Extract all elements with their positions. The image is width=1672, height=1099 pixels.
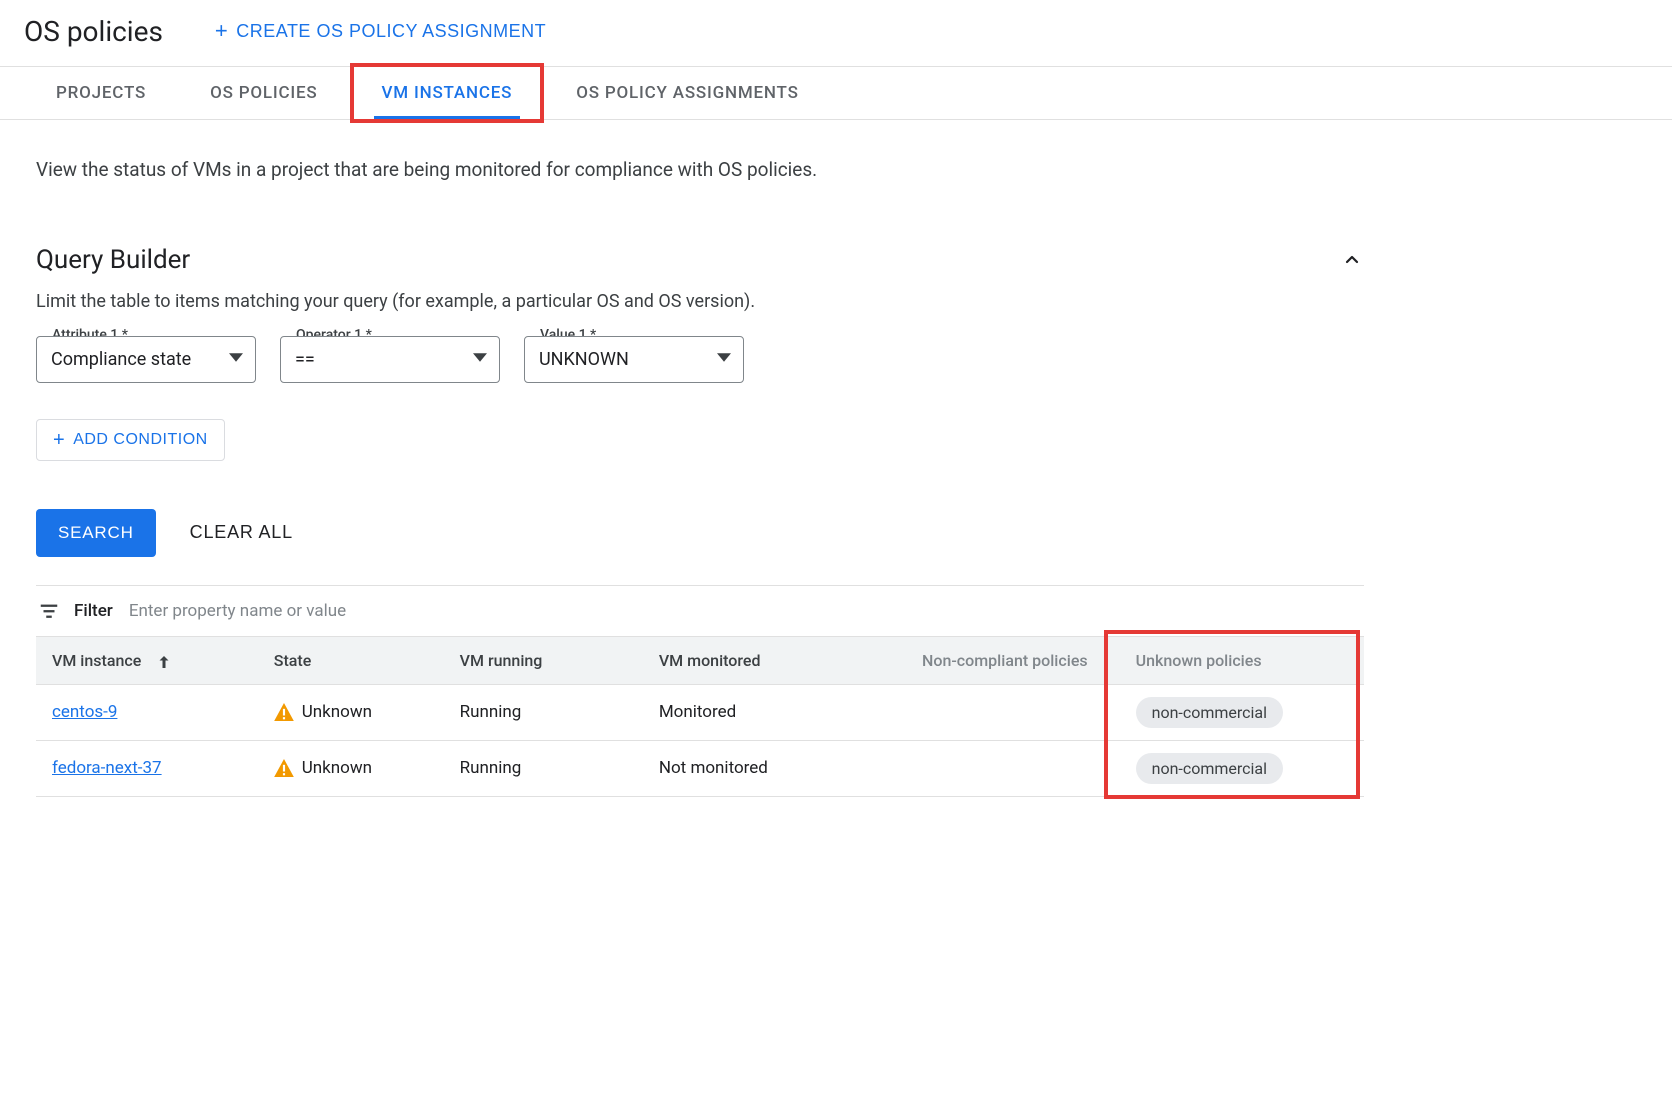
query-actions: SEARCH CLEAR ALL <box>36 509 1364 557</box>
table-header-row: VM instance State VM running VM monitore… <box>36 636 1364 684</box>
tab-projects[interactable]: PROJECTS <box>24 67 178 119</box>
create-os-policy-assignment-button[interactable]: + CREATE OS POLICY ASSIGNMENT <box>203 12 558 50</box>
filter-label: Filter <box>74 601 113 621</box>
query-builder-subtitle: Limit the table to items matching your q… <box>36 291 1364 312</box>
conditions-row: Attribute 1 * Compliance state Operator … <box>36 336 1364 383</box>
warning-icon <box>274 759 294 777</box>
clear-all-button[interactable]: CLEAR ALL <box>184 521 299 544</box>
running-text: Running <box>448 740 647 796</box>
value-field: Value 1 * UNKNOWN <box>524 336 744 383</box>
col-unknown-policies[interactable]: Unknown policies <box>1112 636 1364 684</box>
unknown-policy-chip[interactable]: non-commercial <box>1136 753 1283 784</box>
col-non-compliant-policies[interactable]: Non-compliant policies <box>873 636 1112 684</box>
plus-icon: + <box>53 430 65 450</box>
operator-select[interactable]: == <box>280 336 500 383</box>
attribute-value: Compliance state <box>51 349 191 370</box>
col-vm-instance[interactable]: VM instance <box>36 636 262 684</box>
query-builder-title: Query Builder <box>36 245 190 275</box>
vm-instance-link[interactable]: fedora-next-37 <box>52 758 162 778</box>
plus-icon: + <box>215 20 228 42</box>
page-description: View the status of VMs in a project that… <box>36 156 836 185</box>
chevron-up-icon[interactable] <box>1340 248 1364 272</box>
search-button[interactable]: SEARCH <box>36 509 156 557</box>
caret-down-icon <box>717 349 731 370</box>
col-vm-running[interactable]: VM running <box>448 636 647 684</box>
tabs-bar: PROJECTS OS POLICIES VM INSTANCES OS POL… <box>0 66 1672 120</box>
state-text: Unknown <box>302 702 372 722</box>
value-select[interactable]: UNKNOWN <box>524 336 744 383</box>
warning-icon <box>274 703 294 721</box>
caret-down-icon <box>473 349 487 370</box>
noncompliant-cell <box>873 684 1112 740</box>
col-state[interactable]: State <box>262 636 448 684</box>
vm-instances-table: VM instance State VM running VM monitore… <box>36 636 1364 797</box>
operator-field: Operator 1 * == <box>280 336 500 383</box>
attribute-select[interactable]: Compliance state <box>36 336 256 383</box>
tab-os-policies[interactable]: OS POLICIES <box>178 67 349 119</box>
running-text: Running <box>448 684 647 740</box>
main-content: View the status of VMs in a project that… <box>0 120 1400 797</box>
page-header: OS policies + CREATE OS POLICY ASSIGNMEN… <box>0 0 1672 66</box>
page-title: OS policies <box>24 15 163 48</box>
sort-ascending-icon <box>155 653 171 669</box>
tab-vm-instances[interactable]: VM INSTANCES <box>350 67 545 119</box>
state-cell: Unknown <box>274 702 436 722</box>
table-row: fedora-next-37 Unknown RunningNot monitore… <box>36 740 1364 796</box>
unknown-policy-chip[interactable]: non-commercial <box>1136 697 1283 728</box>
create-button-label: CREATE OS POLICY ASSIGNMENT <box>236 21 546 42</box>
monitored-text: Monitored <box>647 684 873 740</box>
table-row: centos-9 Unknown RunningMonitored non-comme… <box>36 684 1364 740</box>
add-condition-button[interactable]: + ADD CONDITION <box>36 419 225 461</box>
filter-input[interactable] <box>127 600 1364 622</box>
monitored-text: Not monitored <box>647 740 873 796</box>
attribute-field: Attribute 1 * Compliance state <box>36 336 256 383</box>
state-cell: Unknown <box>274 758 436 778</box>
query-builder-header[interactable]: Query Builder <box>36 245 1364 275</box>
tab-os-policy-assignments[interactable]: OS POLICY ASSIGNMENTS <box>544 67 830 119</box>
noncompliant-cell <box>873 740 1112 796</box>
add-condition-label: ADD CONDITION <box>73 431 208 449</box>
filter-icon <box>38 600 60 622</box>
state-text: Unknown <box>302 758 372 778</box>
col-vm-monitored[interactable]: VM monitored <box>647 636 873 684</box>
caret-down-icon <box>229 349 243 370</box>
vm-instance-link[interactable]: centos-9 <box>52 702 117 722</box>
value-value: UNKNOWN <box>539 349 629 370</box>
filter-bar: Filter <box>36 586 1364 636</box>
table-wrap: VM instance State VM running VM monitore… <box>36 636 1364 797</box>
operator-value: == <box>295 349 315 370</box>
